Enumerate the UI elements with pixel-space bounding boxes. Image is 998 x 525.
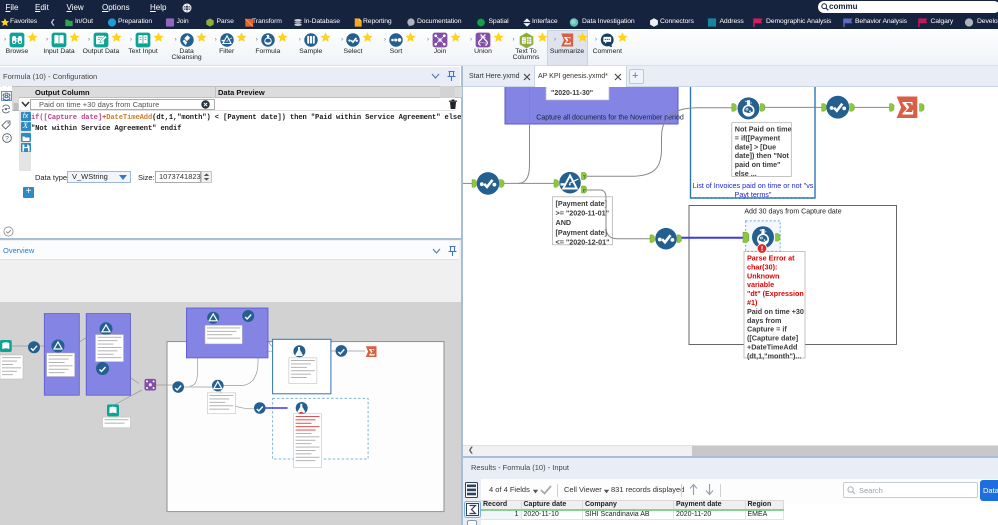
svg-text:Add 30 days from Capture date: Add 30 days from Capture date [744, 209, 841, 216]
svg-text:AND: AND [556, 218, 572, 227]
svg-text:char(30):: char(30): [747, 262, 777, 271]
svg-text:Σ: Σ [902, 99, 914, 120]
svg-text:Capture all documents for the: Capture all documents for the November p… [536, 115, 684, 122]
svg-text:([Capture date]: ([Capture date] [747, 334, 798, 343]
svg-text:else ...: else ... [735, 169, 757, 178]
svg-text:Capture = if: Capture = if [747, 325, 787, 334]
svg-text:!: ! [761, 246, 763, 253]
svg-text:<= "2020-12-01": <= "2020-12-01" [556, 237, 610, 246]
svg-text:Σ: Σ [369, 348, 375, 358]
svg-text:>= "2020-11-01": >= "2020-11-01" [556, 209, 610, 218]
svg-text:(dt,1,"month")...: (dt,1,"month")... [747, 351, 801, 360]
svg-text:List of Invoices paid on time: List of Invoices paid on time or not "vs [693, 181, 814, 190]
svg-text:variable: variable [747, 280, 774, 289]
svg-text:= if([Payment: = if([Payment [735, 133, 781, 142]
svg-text:+DateTimeAdd: +DateTimeAdd [747, 343, 797, 352]
svg-text:days from: days from [747, 316, 781, 325]
svg-text:Unknown: Unknown [747, 271, 779, 280]
svg-text:"2020-11-30": "2020-11-30" [551, 90, 593, 97]
svg-text:#1): #1) [747, 298, 758, 307]
svg-text:Payt terms": Payt terms" [735, 190, 772, 199]
svg-text:Paid on time +30: Paid on time +30 [747, 307, 804, 316]
svg-text:F: F [583, 188, 586, 193]
svg-text:date]) then "Not: date]) then "Not [735, 151, 790, 160]
svg-text:?: ? [5, 135, 9, 142]
svg-text:paid on time": paid on time" [735, 160, 781, 169]
svg-text:date] > [Due: date] > [Due [735, 142, 776, 151]
svg-text:Not Paid on time: Not Paid on time [735, 125, 792, 134]
svg-text:T: T [583, 175, 586, 180]
svg-text:Parse Error at: Parse Error at [747, 254, 795, 263]
svg-text:[Payment date]: [Payment date] [556, 199, 608, 208]
svg-text:Σ: Σ [564, 35, 572, 48]
svg-text:[Payment date]: [Payment date] [556, 228, 608, 237]
svg-text:"dt" (Expression: "dt" (Expression [747, 289, 804, 298]
